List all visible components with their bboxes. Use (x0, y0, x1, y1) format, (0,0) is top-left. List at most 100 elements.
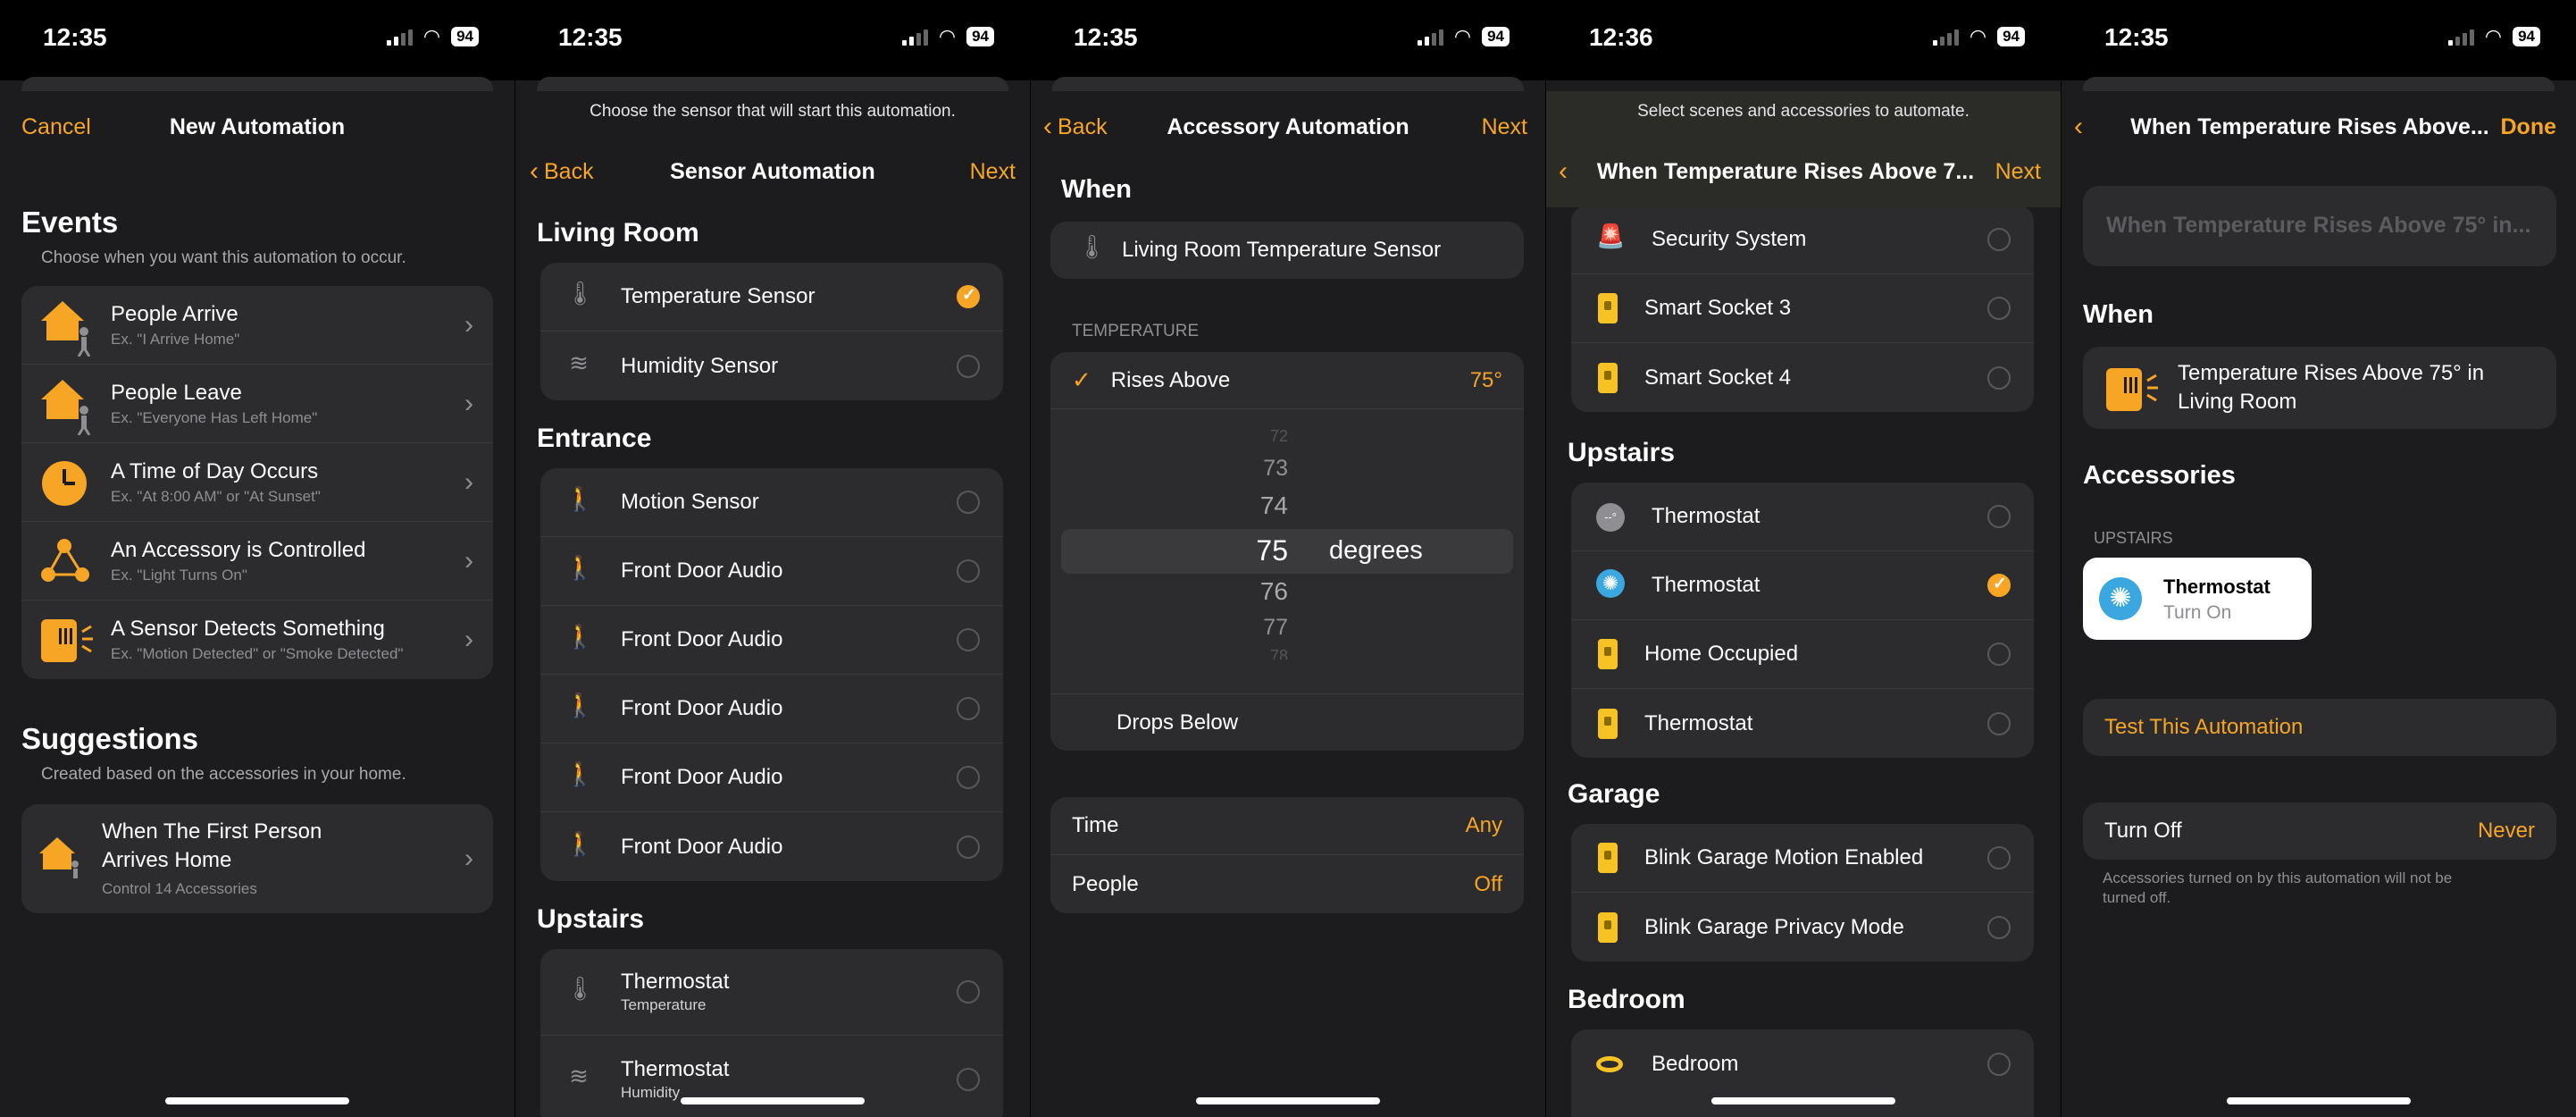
sensor-row[interactable]: 🌡 Temperature Sensor (540, 263, 1003, 332)
sensor-row[interactable]: 🚶 Motion Sensor (540, 468, 1003, 537)
event-people-leave[interactable]: People Leave Ex. "Everyone Has Left Home"… (21, 365, 493, 443)
radio-button[interactable] (957, 766, 980, 789)
rises-above-row[interactable]: ✓ Rises Above 75° (1050, 352, 1524, 409)
event-time-of-day[interactable]: A Time of Day Occurs Ex. "At 8:00 AM" or … (21, 443, 493, 522)
radio-button[interactable] (957, 697, 980, 720)
thermometer-icon: 🌡 (1077, 233, 1108, 260)
sensor-row[interactable]: 🚶 Front Door Audio (540, 675, 1003, 743)
accessory-row[interactable]: 🚨 Security System (1571, 206, 2034, 274)
radio-button[interactable] (1987, 365, 2011, 390)
security-icon: 🚨 (1596, 223, 1626, 249)
accessory-row[interactable]: Blink Garage Motion Enabled (1571, 824, 2034, 893)
radio-button[interactable] (957, 628, 980, 651)
radio-button[interactable] (957, 1067, 980, 1091)
house-person-icon (38, 373, 100, 435)
time-row[interactable]: Time Any (1050, 797, 1524, 855)
sensor-row[interactable]: 🚶 Front Door Audio (540, 812, 1003, 881)
accessories-title: Accessories (2083, 461, 2236, 490)
back-button[interactable]: ‹ Back (530, 158, 594, 185)
accessory-row[interactable]: Bedroom (1571, 1029, 2034, 1098)
people-value: Off (1474, 871, 1502, 896)
event-people-arrive[interactable]: People Arrive Ex. "I Arrive Home" › (21, 286, 493, 365)
automation-name-field[interactable]: When Temperature Rises Above 75° in... (2083, 186, 2556, 266)
tile-name: Thermostat (2163, 575, 2271, 598)
done-button[interactable]: Done (2501, 114, 2557, 140)
cancel-button[interactable]: Cancel (21, 114, 91, 140)
prompt-text: Select scenes and accessories to automat… (1637, 102, 1970, 121)
trigger-summary[interactable]: Temperature Rises Above 75° in Living Ro… (2083, 347, 2556, 429)
next-button[interactable]: Next (970, 159, 1016, 185)
radio-button[interactable] (957, 559, 980, 583)
people-label: People (1072, 871, 1139, 896)
selected-checkmark[interactable] (1987, 574, 2011, 597)
when-title: When (2083, 300, 2154, 329)
wifi-icon: ◠ (938, 25, 957, 47)
sensor-row[interactable]: ≋ Humidity Sensor (540, 332, 1003, 400)
selected-checkmark[interactable] (957, 285, 980, 308)
drops-below-row[interactable]: Drops Below (1050, 693, 1524, 751)
status-bar: 12:36 ◠ 94 (1546, 0, 2061, 80)
accessory-row[interactable]: Smart Socket 3 (1571, 274, 2034, 343)
event-sensor-detects[interactable]: A Sensor Detects Something Ex. "Motion De… (21, 600, 493, 679)
wifi-icon: ◠ (1969, 25, 1987, 47)
back-button[interactable]: ‹ (2074, 113, 2083, 140)
sensor-selection[interactable]: 🌡 Living Room Temperature Sensor (1050, 222, 1524, 279)
next-button[interactable]: Next (1482, 114, 1527, 140)
chevron-left-icon: ‹ (1559, 156, 1568, 186)
radio-button[interactable] (957, 354, 980, 378)
accessory-row[interactable]: Blink Garage Privacy Mode (1571, 893, 2034, 962)
radio-button[interactable] (1987, 228, 2011, 251)
next-button[interactable]: Next (1995, 159, 2041, 185)
radio-button[interactable] (1987, 711, 2011, 735)
fan-icon: ✺ (1596, 568, 1625, 602)
accessory-label: Bedroom (1652, 1051, 1739, 1076)
accessory-row[interactable]: --° Thermostat (1571, 483, 2034, 551)
socket-icon (1598, 708, 1618, 739)
event-label: People Arrive (111, 301, 238, 326)
accessory-row[interactable]: Home Occupied (1571, 620, 2034, 689)
event-label: People Leave (111, 380, 242, 405)
radio-button[interactable] (957, 491, 980, 514)
room-header-entrance: Entrance (537, 424, 652, 453)
event-accessory-controlled[interactable]: An Accessory is Controlled Ex. "Light Tur… (21, 522, 493, 600)
home-indicator (1711, 1097, 1895, 1104)
socket-icon (1598, 843, 1618, 873)
radio-button[interactable] (1987, 915, 2011, 939)
turn-off-row[interactable]: Turn Off Never (2083, 802, 2556, 860)
test-automation-button[interactable]: Test This Automation (2083, 699, 2556, 756)
sensor-name: Living Room Temperature Sensor (1122, 238, 1442, 262)
battery-indicator: 94 (2513, 27, 2540, 46)
cellular-signal-icon (1417, 28, 1443, 46)
checkmark-icon: ✓ (1072, 366, 1091, 393)
event-label: A Time of Day Occurs (111, 458, 319, 483)
people-row[interactable]: People Off (1050, 855, 1524, 913)
picker-value: 74 (1259, 491, 1288, 519)
sensor-row[interactable]: 🚶 Front Door Audio (540, 606, 1003, 675)
sensor-row[interactable]: 🚶 Front Door Audio (540, 743, 1003, 812)
radio-button[interactable] (957, 835, 980, 859)
back-button[interactable]: ‹ (1559, 158, 1568, 185)
radio-button[interactable] (1987, 846, 2011, 869)
radio-button[interactable] (1987, 642, 2011, 666)
back-button[interactable]: ‹ Back (1043, 113, 1108, 140)
accessory-row[interactable]: Smart Socket 4 (1571, 343, 2034, 412)
sensor-row[interactable]: 🌡 Thermostat Temperature (540, 949, 1003, 1036)
accessory-row[interactable]: ✺ Thermostat (1571, 551, 2034, 620)
light-icon (1596, 1047, 1623, 1081)
sensor-row[interactable]: 🚶 Front Door Audio (540, 537, 1003, 606)
sheet-stack-edge (2083, 77, 2555, 91)
humidity-icon: ≋ (569, 349, 589, 376)
accessory-row[interactable]: Thermostat (1571, 689, 2034, 758)
degree-picker[interactable]: 72 73 74 75 degrees 76 77 78 (1050, 409, 1524, 693)
battery-indicator: 94 (966, 27, 994, 46)
suggestions-title: Suggestions (21, 722, 199, 755)
suggestion-first-arrives[interactable]: When The First Person Arrives Home Contr… (21, 804, 493, 913)
accessory-tile-thermostat[interactable]: ✺ Thermostat Turn On (2083, 558, 2312, 640)
sensor-label: Thermostat (621, 970, 730, 994)
radio-button[interactable] (1987, 297, 2011, 320)
radio-button[interactable] (957, 980, 980, 1004)
sensor-row[interactable]: ≋ Thermostat Humidity (540, 1036, 1003, 1117)
accessory-label: Blink Garage Motion Enabled (1644, 845, 1924, 869)
radio-button[interactable] (1987, 1052, 2011, 1076)
radio-button[interactable] (1987, 505, 2011, 528)
